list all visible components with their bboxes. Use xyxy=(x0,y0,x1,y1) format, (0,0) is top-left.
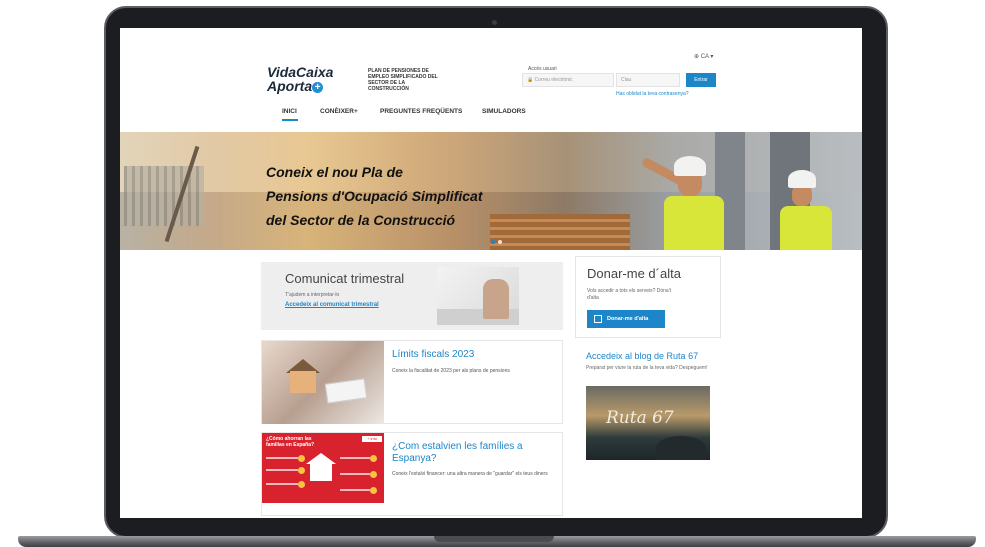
savings-title[interactable]: ¿Com estalvien les famílies a Espanya? xyxy=(392,441,562,465)
plus-icon: + xyxy=(312,81,324,93)
signup-button[interactable]: Donar-me d'alta xyxy=(587,310,665,328)
hero-worker xyxy=(640,146,730,250)
signup-title: Donar-me d´alta xyxy=(587,266,681,281)
comunicat-subtitle: T'ajudem a interpretar-lo xyxy=(285,292,340,298)
coin-icon xyxy=(298,455,305,462)
access-label: Accés usuari xyxy=(528,66,557,72)
blog-subtitle: Preparat per viure la ruta de la teva vi… xyxy=(586,365,708,371)
nav-item-simuladors[interactable]: SIMULADORS xyxy=(482,108,526,115)
hero-banner[interactable]: Coneix el nou Pla de Pensions d'Ocupació… xyxy=(120,132,862,250)
nav-active-indicator xyxy=(282,119,298,121)
carousel-dot[interactable] xyxy=(498,240,502,244)
ruta67-logo: Ruta 67 xyxy=(606,408,674,428)
helmet-icon xyxy=(674,156,706,176)
hero-worker xyxy=(770,170,840,250)
coin-icon xyxy=(370,471,377,478)
coin-icon xyxy=(298,481,305,488)
hero-wood-planks xyxy=(490,214,630,250)
nav-item-inici[interactable]: INICI xyxy=(282,108,297,115)
limits-image xyxy=(262,341,384,424)
road-shape xyxy=(656,436,706,460)
hero-line2: Pensions d'Ocupació Simplificat xyxy=(266,188,483,204)
login-button[interactable]: Entrar xyxy=(686,73,716,87)
nav-item-preguntes[interactable]: PREGUNTES FREQÜENTS xyxy=(380,108,462,115)
signup-card: Donar-me d´alta Vols accedir a tots els … xyxy=(575,256,721,338)
blog-title[interactable]: Accedeix al blog de Ruta 67 xyxy=(586,351,698,361)
laptop-base-notch xyxy=(434,536,554,542)
worker-vest xyxy=(664,196,724,250)
blog-image[interactable]: Ruta 67 xyxy=(586,386,710,460)
user-icon xyxy=(594,315,602,323)
infographic-badge: + info xyxy=(362,436,382,442)
hero-line3: del Sector de la Construcció xyxy=(266,212,456,228)
helmet-icon xyxy=(788,170,816,188)
infographic-bar xyxy=(266,457,298,459)
carousel-dot-active[interactable] xyxy=(491,240,495,244)
vidacaixa-logo[interactable]: VidaCaixa Aporta + xyxy=(267,65,333,93)
coin-icon xyxy=(370,455,377,462)
infographic-title: ¿Cómo ahorran las familias en España? xyxy=(266,436,315,448)
webcam-icon xyxy=(492,20,497,25)
infographic-bar xyxy=(340,457,370,459)
plan-tagline: PLAN DE PENSIONES DE EMPLEO SIMPLIFICADO… xyxy=(368,68,438,92)
calculator-icon xyxy=(324,378,368,404)
language-selector[interactable]: ⊕ CA ▾ xyxy=(694,53,713,60)
hero-building xyxy=(124,166,204,226)
infographic-bar xyxy=(266,469,298,471)
savings-infographic: ¿Cómo ahorran las familias en España? + … xyxy=(262,433,384,503)
comunicat-card: Comunicat trimestral T'ajudem a interpre… xyxy=(261,262,563,330)
comunicat-photo xyxy=(437,267,519,325)
signup-button-label: Donar-me d'alta xyxy=(607,316,649,322)
hero-sky xyxy=(120,132,862,192)
infographic-bar xyxy=(266,483,298,485)
limits-text: Coneix la fiscalitat de 2023 per als pla… xyxy=(392,368,510,374)
savings-text: Coneix l'estalvi financer: una altra man… xyxy=(392,471,548,477)
infographic-bar xyxy=(340,473,370,475)
browser-screen: VidaCaixa Aporta + PLAN DE PENSIONES DE E… xyxy=(120,28,862,518)
hero-line1: Coneix el nou Pla de xyxy=(266,164,403,180)
signup-subtitle: Vols accedir a tots els serveis? Dóna't … xyxy=(587,288,672,301)
comunicat-link[interactable]: Accedeix al comunicat trimestral xyxy=(285,302,379,308)
house-icon xyxy=(290,371,316,393)
nav-item-coneixer[interactable]: CONÈIXER+ xyxy=(320,108,358,115)
worker-vest xyxy=(780,206,832,250)
logo-line2: Aporta xyxy=(267,78,313,94)
house-icon xyxy=(310,463,332,481)
hero-title: Coneix el nou Pla de Pensions d'Ocupació… xyxy=(266,160,483,232)
email-field[interactable]: 🔒 Correu electrònic xyxy=(522,73,614,87)
coin-icon xyxy=(370,487,377,494)
limits-title[interactable]: Límits fiscals 2023 xyxy=(392,349,474,361)
forgot-password-link[interactable]: Has oblidat la teva contrasenya? xyxy=(616,91,689,97)
savings-card[interactable]: ¿Cómo ahorran las familias en España? + … xyxy=(261,432,563,516)
infographic-bar xyxy=(340,489,370,491)
limits-card[interactable]: Límits fiscals 2023 Coneix la fiscalitat… xyxy=(261,340,563,424)
comunicat-title: Comunicat trimestral xyxy=(285,271,405,286)
coin-icon xyxy=(298,467,305,474)
person-shape xyxy=(483,279,509,319)
password-field[interactable]: Clau xyxy=(616,73,680,87)
